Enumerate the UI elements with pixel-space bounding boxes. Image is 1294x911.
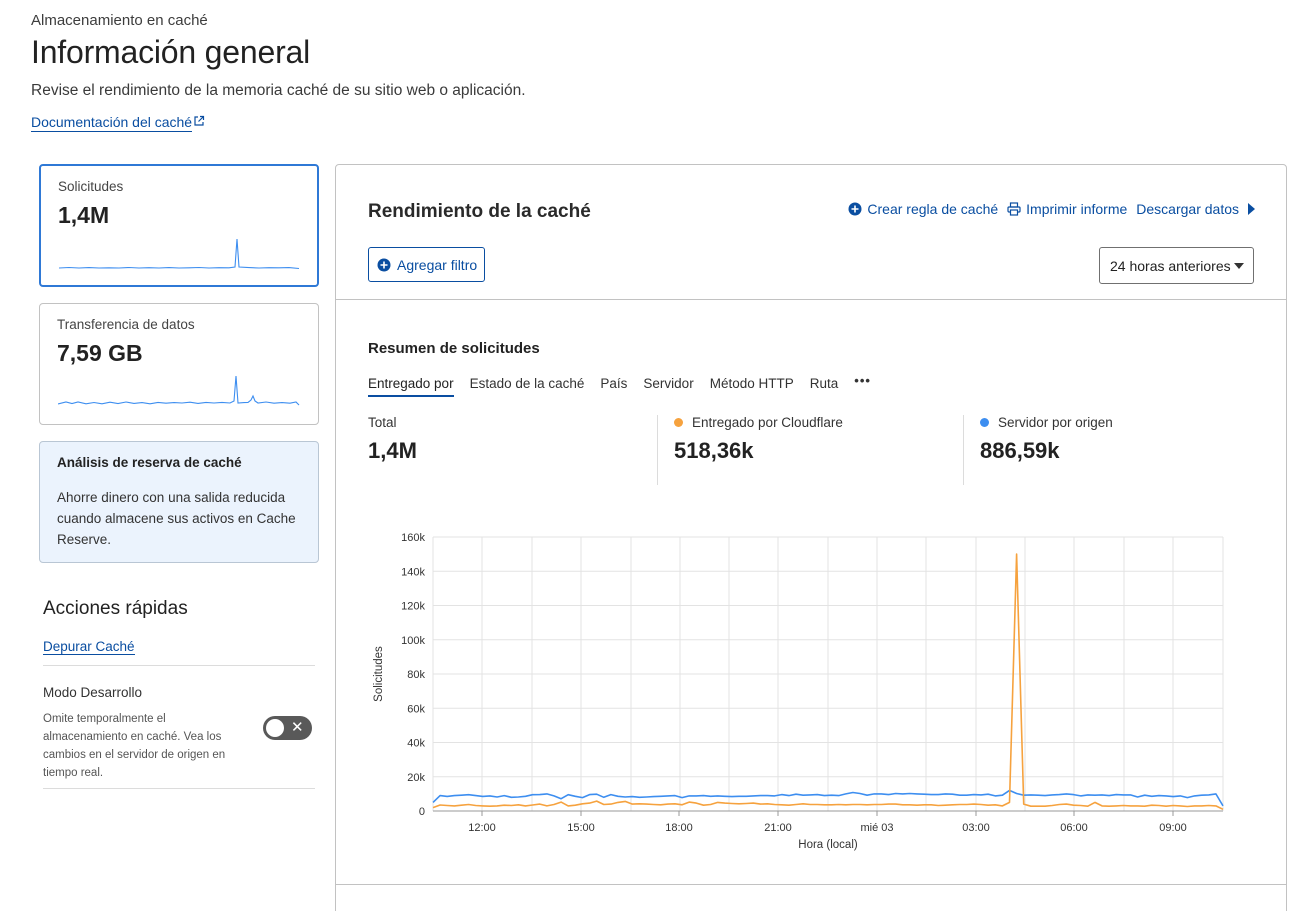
x-axis-label: Hora (local)	[798, 839, 858, 851]
x-tick-label: 15:00	[567, 822, 595, 834]
cache-docs-link[interactable]: Documentación del caché	[31, 114, 193, 132]
stat-label: Total	[368, 415, 397, 430]
tab-cache-status[interactable]: Estado de la caché	[470, 376, 585, 397]
dev-mode-description: Omite temporalmente el almacenamiento en…	[43, 713, 226, 779]
y-tick-label: 120k	[401, 601, 425, 613]
caret-right-icon	[1248, 203, 1255, 215]
y-tick-label: 80k	[407, 669, 425, 681]
stat-total: Total 1,4M	[368, 415, 417, 485]
external-link-icon	[194, 115, 205, 126]
cache-performance-panel: Rendimiento de la caché Crear regla de c…	[335, 164, 1287, 911]
tab-path[interactable]: Ruta	[810, 376, 839, 397]
breadcrumb: Almacenamiento en caché	[31, 12, 208, 29]
dev-mode-title: Modo Desarrollo	[43, 685, 143, 700]
print-report-label: Imprimir informe	[1026, 201, 1128, 217]
summary-tabs: Entregado por Estado de la caché País Se…	[368, 373, 887, 397]
divider	[43, 665, 315, 666]
legend-dot-origin	[980, 418, 989, 427]
stat-cloudflare: Entregado por Cloudflare 518,36k	[674, 415, 843, 485]
y-tick-label: 140k	[401, 566, 425, 578]
tab-country[interactable]: País	[600, 376, 627, 397]
create-cache-rule-label: Crear regla de caché	[867, 201, 999, 217]
metric-label: Solicitudes	[58, 179, 124, 194]
stat-value: 518,36k	[674, 438, 754, 463]
chevron-down-icon	[1234, 263, 1244, 269]
cache-reserve-card[interactable]: Análisis de reserva de caché Ahorre dine…	[39, 441, 319, 563]
panel-actions: Crear regla de caché Imprimir informe De…	[839, 201, 1256, 217]
divider	[963, 415, 964, 485]
x-tick-label: 06:00	[1060, 822, 1088, 834]
toggle-knob	[266, 719, 284, 737]
download-data-button[interactable]: Descargar datos	[1136, 201, 1256, 217]
metric-card-data-transfer[interactable]: Transferencia de datos 7,59 GB	[39, 303, 319, 425]
cache-reserve-title: Análisis de reserva de caché	[57, 455, 242, 470]
x-tick-label: 12:00	[468, 822, 496, 834]
tab-served-by[interactable]: Entregado por	[368, 376, 454, 397]
y-axis-label: Solicitudes	[373, 646, 385, 702]
divider	[336, 299, 1286, 300]
purge-cache-link[interactable]: Depurar Caché	[43, 639, 135, 655]
time-range-select[interactable]: 24 horas anteriores	[1099, 247, 1254, 284]
x-tick-label: 09:00	[1159, 822, 1187, 834]
x-tick-label: 03:00	[962, 822, 990, 834]
printer-icon	[1007, 202, 1021, 216]
y-tick-label: 60k	[407, 703, 425, 715]
stat-value: 886,59k	[980, 438, 1060, 463]
create-cache-rule-button[interactable]: Crear regla de caché	[848, 201, 998, 217]
plus-circle-icon	[377, 258, 391, 271]
summary-title: Resumen de solicitudes	[368, 340, 540, 357]
panel-title: Rendimiento de la caché	[368, 201, 591, 222]
x-tick-label: 18:00	[665, 822, 693, 834]
requests-line-chart: 0 20k 40k 60k 80k 100k 120k 140k 160k 12:00 15:00 1…	[373, 532, 1224, 851]
dev-mode-toggle[interactable]: ✕	[263, 716, 312, 740]
print-report-button[interactable]: Imprimir informe	[1007, 201, 1127, 217]
tab-server[interactable]: Servidor	[643, 376, 693, 397]
y-tick-label: 20k	[407, 772, 425, 784]
legend-dot-cloudflare	[674, 418, 683, 427]
metric-label: Transferencia de datos	[57, 317, 195, 332]
requests-sparkline	[59, 238, 300, 270]
download-data-label: Descargar datos	[1136, 201, 1239, 217]
more-options-icon[interactable]: •••	[854, 373, 871, 397]
add-filter-button[interactable]: Agregar filtro	[368, 247, 485, 282]
metric-card-requests[interactable]: Solicitudes 1,4M	[39, 164, 319, 287]
page-description: Revise el rendimiento de la memoria cach…	[31, 82, 526, 99]
cache-reserve-text: Ahorre dinero con una salida reducida cu…	[57, 490, 296, 547]
page-title: Información general	[31, 34, 311, 70]
y-tick-label: 160k	[401, 532, 425, 544]
time-range-value: 24 horas anteriores	[1110, 257, 1231, 274]
divider	[657, 415, 658, 485]
metric-value: 7,59 GB	[57, 340, 143, 366]
divider	[43, 788, 315, 789]
y-tick-label: 40k	[407, 738, 425, 750]
tab-http-method[interactable]: Método HTTP	[710, 376, 794, 397]
y-tick-label: 100k	[401, 635, 425, 647]
x-tick-label: 21:00	[764, 822, 792, 834]
metric-value: 1,4M	[58, 202, 110, 228]
divider	[336, 884, 1286, 885]
y-tick-label: 0	[419, 806, 425, 818]
stat-value: 1,4M	[368, 438, 417, 463]
x-tick-label: mié 03	[860, 822, 893, 834]
add-filter-label: Agregar filtro	[397, 256, 478, 273]
quick-actions-title: Acciones rápidas	[43, 598, 188, 619]
close-icon: ✕	[291, 719, 304, 736]
data-transfer-sparkline	[58, 375, 300, 406]
plus-circle-icon	[848, 202, 862, 216]
stat-label: Servidor por origen	[998, 415, 1113, 430]
stat-label: Entregado por Cloudflare	[692, 415, 843, 430]
stat-origin: Servidor por origen 886,59k	[980, 415, 1113, 485]
